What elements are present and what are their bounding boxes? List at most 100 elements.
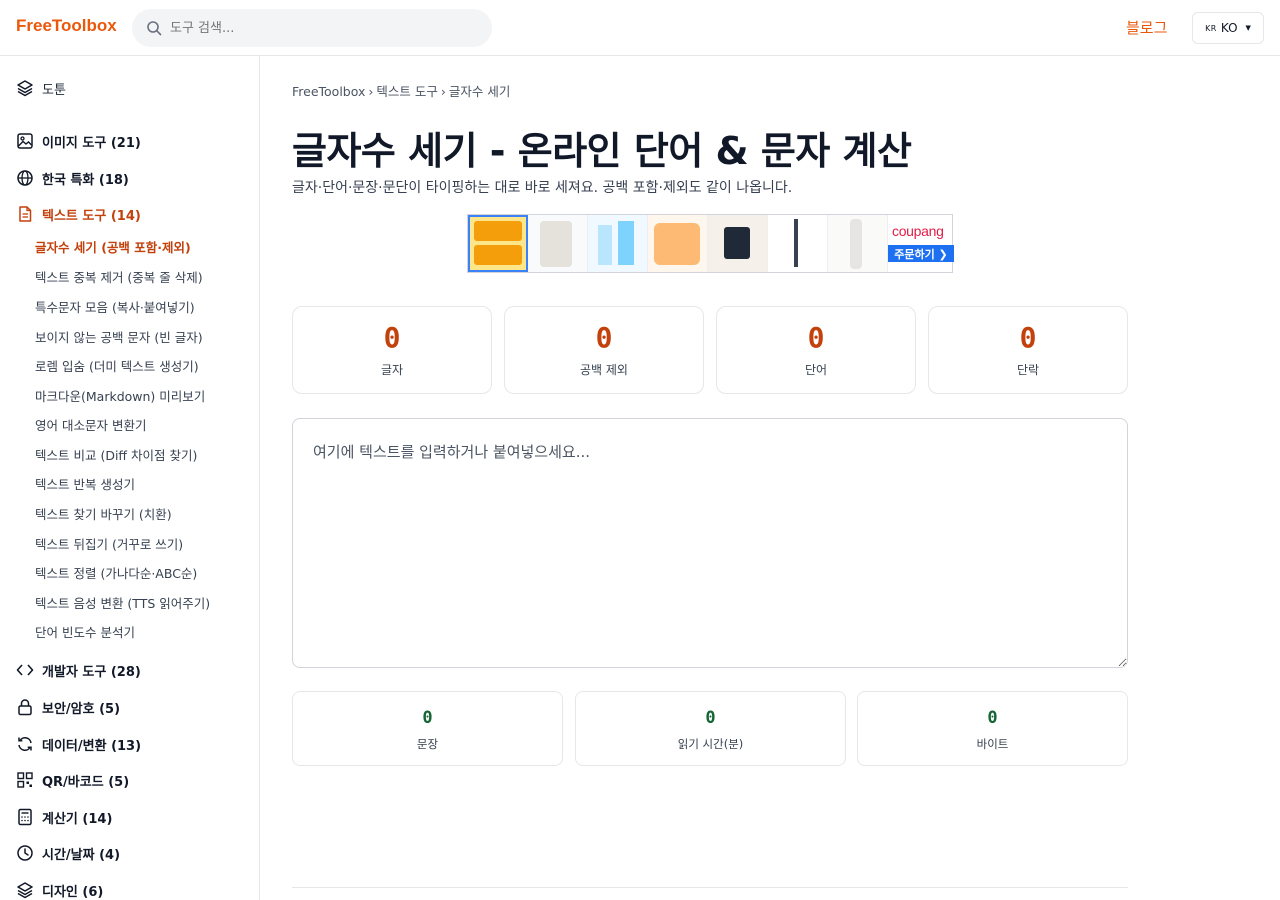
sidebar-subitem[interactable]: 로렘 입숨 (더미 텍스트 생성기) bbox=[35, 356, 199, 375]
text-input-area[interactable] bbox=[292, 418, 1128, 668]
breadcrumb-home[interactable]: FreeToolbox bbox=[292, 84, 365, 99]
stat-label: 읽기 시간(분) bbox=[677, 737, 744, 751]
sidebar-category-label: 보안/암호 (5) bbox=[42, 701, 121, 717]
stat-value: 0 bbox=[1019, 321, 1037, 354]
stat-value: 0 bbox=[595, 321, 613, 354]
sidebar-category-label: 계산기 (14) bbox=[42, 811, 113, 827]
sidebar-category-calculator[interactable]: 계산기 (14) bbox=[16, 805, 112, 829]
breadcrumb-separator: › bbox=[440, 84, 446, 99]
sidebar: 도툰 이미지 도구 (21) 한국 특화 (18) 텍스트 도구 (14) 글자… bbox=[0, 56, 260, 900]
sidebar-subitem[interactable]: 단어 빈도수 분석기 bbox=[35, 622, 135, 641]
ad-order-button[interactable]: 주문하기 ❯ bbox=[888, 245, 954, 262]
sidebar-category-qr[interactable]: QR/바코드 (5) bbox=[16, 768, 129, 792]
sidebar-category-label: 개발자 도구 (28) bbox=[42, 664, 141, 680]
sidebar-category-time[interactable]: 시간/날짜 (4) bbox=[16, 841, 120, 865]
sidebar-category-label: 시간/날짜 (4) bbox=[42, 847, 121, 863]
breadcrumb-current: 글자수 세기 bbox=[448, 84, 511, 99]
refresh-icon bbox=[18, 737, 32, 751]
stat-value: 0 bbox=[383, 321, 401, 354]
stat-card-characters: 0 글자 bbox=[292, 306, 492, 394]
sidebar-item-top[interactable]: 도툰 bbox=[16, 76, 66, 100]
stat-card-sentences: 0 문장 bbox=[292, 691, 563, 766]
search-icon bbox=[147, 21, 162, 36]
ad-product-image[interactable] bbox=[528, 215, 588, 272]
coupang-logo: coupang bbox=[892, 223, 944, 239]
content-divider bbox=[292, 887, 1128, 888]
page-subtitle: 글자·단어·문장·문단이 타이핑하는 대로 바로 세져요. 공백 포함·제외도 … bbox=[292, 180, 793, 196]
language-selector[interactable]: KR KO ▼ bbox=[1192, 12, 1264, 44]
breadcrumb: FreeToolbox › 텍스트 도구 › 글자수 세기 bbox=[292, 81, 510, 100]
stat-label: 단어 bbox=[804, 363, 828, 377]
qr-icon bbox=[17, 772, 33, 788]
ad-product-image[interactable] bbox=[768, 215, 828, 272]
page-title: 글자수 세기 - 온라인 단어 & 문자 계산 bbox=[292, 129, 912, 173]
code-icon bbox=[16, 664, 34, 676]
clock-icon bbox=[17, 845, 33, 861]
ad-product-image[interactable] bbox=[588, 215, 648, 272]
stat-card-paragraphs: 0 단락 bbox=[928, 306, 1128, 394]
sidebar-category-korea[interactable]: 한국 특화 (18) bbox=[16, 166, 129, 190]
sidebar-subitem[interactable]: 보이지 않는 공백 문자 (빈 글자) bbox=[35, 327, 203, 346]
sidebar-category-label: 이미지 도구 (21) bbox=[42, 135, 141, 151]
search-input[interactable] bbox=[170, 9, 480, 47]
sidebar-subitem[interactable]: 텍스트 찾기 바꾸기 (치환) bbox=[35, 504, 172, 523]
sidebar-subitem[interactable]: 텍스트 반복 생성기 bbox=[35, 474, 135, 493]
stat-label: 글자 bbox=[380, 363, 404, 377]
sidebar-subitem[interactable]: 텍스트 음성 변환 (TTS 읽어주기) bbox=[35, 593, 210, 612]
flag-icon: KR bbox=[1205, 23, 1217, 33]
breadcrumb-separator: › bbox=[368, 84, 374, 99]
ad-banner[interactable]: coupang 주문하기 ❯ bbox=[467, 214, 954, 273]
sidebar-category-label: 디자인 (6) bbox=[42, 884, 104, 900]
stat-card-no-spaces: 0 공백 제외 bbox=[504, 306, 704, 394]
sidebar-subitem-char-count[interactable]: 글자수 세기 (공백 포함·제외) bbox=[35, 237, 191, 256]
stat-label: 바이트 bbox=[976, 737, 1009, 751]
ad-product-image[interactable] bbox=[468, 215, 528, 272]
sidebar-subitem[interactable]: 텍스트 정렬 (가나다순·ABC순) bbox=[35, 563, 197, 582]
globe-icon bbox=[17, 170, 33, 186]
image-icon bbox=[17, 133, 33, 149]
top-header: FreeToolbox 블로그 KR KO ▼ bbox=[0, 0, 1280, 56]
sidebar-category-data[interactable]: 데이터/변환 (13) bbox=[16, 732, 141, 756]
sidebar-category-security[interactable]: 보안/암호 (5) bbox=[16, 695, 120, 719]
lock-icon bbox=[18, 699, 32, 716]
language-label: KO bbox=[1220, 21, 1238, 35]
sidebar-category-label: 데이터/변환 (13) bbox=[42, 738, 142, 754]
ad-coupang-cta[interactable]: coupang 주문하기 ❯ bbox=[888, 215, 954, 272]
sidebar-category-label: 텍스트 도구 (14) bbox=[42, 208, 141, 224]
stat-card-words: 0 단어 bbox=[716, 306, 916, 394]
search-box[interactable] bbox=[132, 9, 492, 47]
sidebar-subitem[interactable]: 특수문자 모음 (복사·붙여넣기) bbox=[35, 297, 195, 316]
sidebar-category-label: QR/바코드 (5) bbox=[42, 774, 130, 790]
caret-down-icon: ▼ bbox=[1245, 24, 1251, 32]
sidebar-subitem[interactable]: 영어 대소문자 변환기 bbox=[35, 415, 146, 434]
ad-product-image[interactable] bbox=[708, 215, 768, 272]
layers-icon bbox=[17, 882, 33, 899]
calculator-icon bbox=[18, 808, 32, 826]
stat-card-bytes: 0 바이트 bbox=[857, 691, 1128, 766]
stat-label: 단락 bbox=[1016, 363, 1040, 377]
stat-card-reading-time: 0 읽기 시간(분) bbox=[575, 691, 846, 766]
sidebar-category-label: 한국 특화 (18) bbox=[42, 172, 129, 188]
sidebar-category-text[interactable]: 텍스트 도구 (14) bbox=[16, 202, 141, 226]
document-icon bbox=[19, 206, 32, 222]
stat-value: 0 bbox=[422, 708, 433, 728]
sidebar-item-label: 도툰 bbox=[42, 82, 66, 98]
stat-label: 공백 제외 bbox=[580, 363, 628, 377]
stat-value: 0 bbox=[807, 321, 825, 354]
sidebar-subitem[interactable]: 마크다운(Markdown) 미리보기 bbox=[35, 386, 205, 405]
stat-value: 0 bbox=[987, 708, 998, 728]
layers-icon bbox=[17, 80, 33, 97]
breadcrumb-category[interactable]: 텍스트 도구 bbox=[376, 84, 437, 99]
sidebar-subitem[interactable]: 텍스트 중복 제거 (중복 줄 삭제) bbox=[35, 267, 203, 286]
sidebar-category-image[interactable]: 이미지 도구 (21) bbox=[16, 129, 141, 153]
stat-label: 문장 bbox=[416, 737, 439, 751]
sidebar-subitem[interactable]: 텍스트 뒤집기 (거꾸로 쓰기) bbox=[35, 534, 183, 553]
site-logo[interactable]: FreeToolbox bbox=[16, 16, 117, 36]
stat-value: 0 bbox=[705, 708, 716, 728]
ad-product-image[interactable] bbox=[648, 215, 708, 272]
ad-product-image[interactable] bbox=[828, 215, 888, 272]
blog-link[interactable]: 블로그 bbox=[1126, 17, 1167, 38]
sidebar-subitem[interactable]: 텍스트 비교 (Diff 차이점 찾기) bbox=[35, 445, 197, 464]
sidebar-category-dev[interactable]: 개발자 도구 (28) bbox=[16, 658, 141, 682]
sidebar-category-design[interactable]: 디자인 (6) bbox=[16, 878, 103, 900]
